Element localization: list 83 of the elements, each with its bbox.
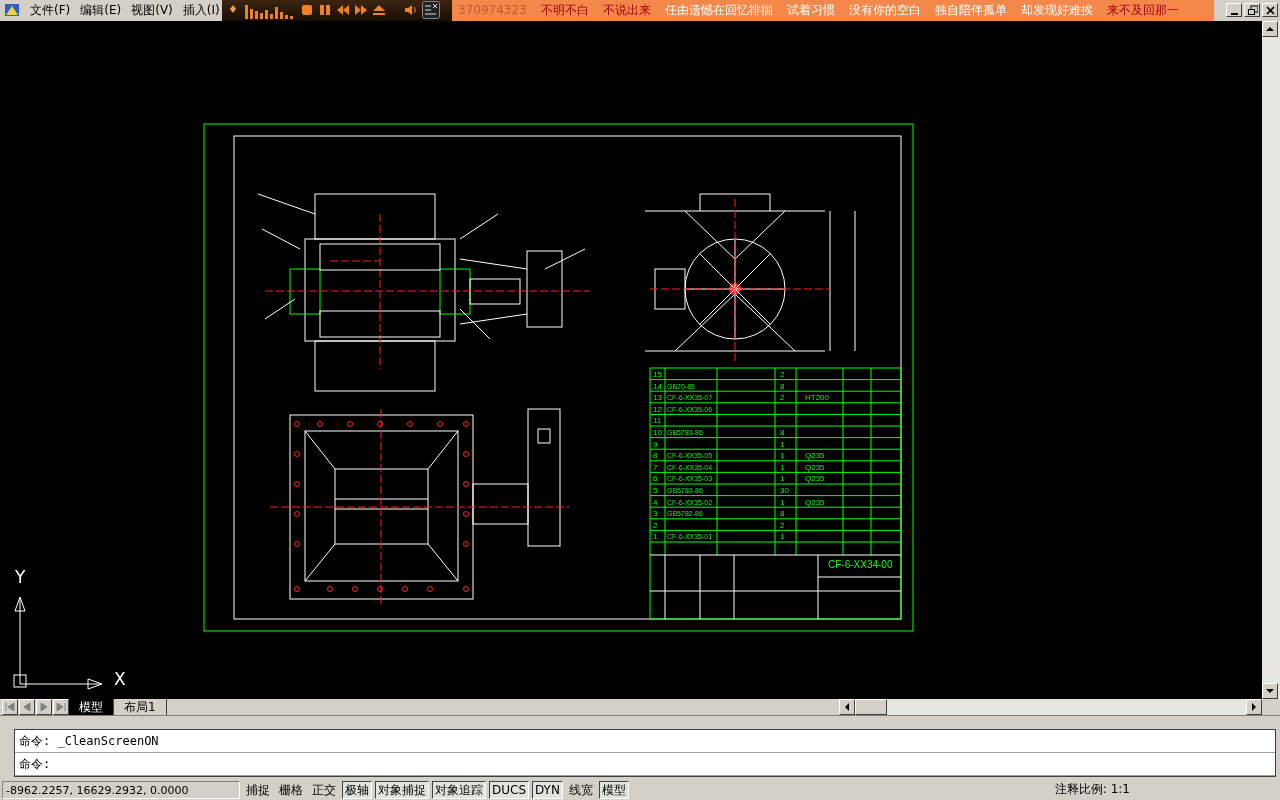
part-number: 11 [653, 416, 662, 426]
restore-button[interactable] [1244, 3, 1260, 18]
rewind-icon[interactable] [336, 3, 350, 18]
scroll-down-button[interactable] [1262, 682, 1278, 699]
close-button[interactable] [1262, 3, 1278, 18]
part-number: 10 [653, 427, 662, 437]
part-quantity: 8 [780, 381, 785, 391]
part-quantity: 1 [780, 532, 785, 542]
lyric-text: 没有你的空白 [848, 1, 921, 19]
part-quantity: 30 [780, 485, 789, 495]
mini-mode-icon[interactable] [422, 1, 440, 20]
drawing-number: CF-6-XX34-00 [828, 558, 893, 570]
part-material: Q235 [805, 474, 825, 484]
part-number: 2 [653, 520, 658, 530]
down-arrow-icon [1266, 687, 1274, 694]
lyric-text: 来不及回那一 [1106, 1, 1179, 19]
eject-icon[interactable] [372, 3, 386, 18]
part-quantity: 8 [780, 509, 785, 519]
x-axis-label: X [114, 668, 126, 689]
part-quantity: 2 [780, 369, 785, 379]
restore-icon [1246, 4, 1258, 16]
part-number: 15 [653, 369, 662, 379]
lyric-text: 独自陪伴孤单 [934, 1, 1007, 19]
minimize-button[interactable] [1226, 3, 1242, 18]
menu-item[interactable]: 插入(I) [182, 1, 220, 19]
status-toggle-button[interactable]: DUCS [489, 780, 530, 799]
status-toggle-button[interactable]: 对象追踪 [432, 780, 486, 799]
part-quantity: 2 [780, 520, 785, 530]
lyric-text: 不明不白 [540, 1, 589, 19]
command-line: 命令: [15, 753, 1275, 777]
stop-icon[interactable] [300, 3, 314, 18]
part-material: Q235 [805, 462, 825, 472]
part-quantity: 1 [780, 439, 785, 449]
up-arrow-icon [1266, 25, 1274, 32]
part-quantity: 1 [780, 451, 785, 461]
minimize-icon [1230, 12, 1238, 15]
part-number: 13 [653, 393, 662, 403]
command-line: 命令: _CleanScreenON [15, 730, 1275, 754]
pause-icon[interactable] [318, 3, 332, 18]
menu-item[interactable]: 编辑(E) [80, 1, 122, 19]
status-toggle-button[interactable]: 对象捕捉 [375, 780, 429, 799]
left-arrow-icon [22, 701, 32, 712]
close-icon [1264, 4, 1276, 16]
annotation-scale-label: 注释比例: 1:1 [1054, 781, 1130, 799]
part-material: Q235 [805, 451, 825, 461]
part-material: HT200 [805, 393, 829, 403]
part-number: 12 [653, 404, 662, 414]
part-number: 1 [653, 532, 658, 542]
last-arrow-icon [56, 701, 66, 712]
part-quantity: 8 [780, 427, 785, 437]
y-axis-label: Y [15, 566, 26, 587]
right-arrow-icon [39, 701, 49, 712]
part-number: 5 [653, 485, 658, 495]
coordinate-readout: -8962.2257, 16629.2932, 0.0000 [2, 780, 240, 799]
part-number: 14 [653, 381, 662, 391]
part-number: 3 [653, 509, 658, 519]
part-number: 7 [653, 462, 658, 472]
right-arrow-icon [1251, 702, 1257, 711]
lyric-text: 却发现好难挨 [1020, 1, 1093, 19]
lyric-text: 试着习惯 [786, 1, 835, 19]
menu-item[interactable]: 视图(V) [131, 1, 173, 19]
lyric-text: 任由遗憾在回忆徘徊 [664, 1, 773, 19]
fast-forward-icon[interactable] [354, 3, 368, 18]
status-toggle-button[interactable]: DYN [532, 780, 563, 799]
part-number: 4 [653, 497, 658, 507]
speaker-icon[interactable] [404, 3, 418, 18]
status-toggle-button[interactable]: 正交 [309, 780, 339, 799]
part-number: 8 [653, 451, 658, 461]
ucs-axes-icon [13, 596, 103, 690]
first-arrow-icon [5, 701, 15, 712]
left-arrow-icon [844, 702, 850, 711]
status-toggle-button[interactable]: 模型 [598, 780, 629, 799]
part-quantity: 1 [780, 474, 785, 484]
part-number: 9 [653, 439, 658, 449]
status-toggle-button[interactable]: 极轴 [342, 780, 372, 799]
part-quantity: 1 [780, 462, 785, 472]
part-material: Q235 [805, 497, 825, 507]
part-number: 6 [653, 474, 658, 484]
part-quantity: 1 [780, 497, 785, 507]
menu-item[interactable]: 文件(F) [30, 1, 71, 19]
app-icon [4, 2, 20, 19]
lyric-text: 不说出来 [602, 1, 651, 19]
part-quantity: 2 [780, 393, 785, 403]
